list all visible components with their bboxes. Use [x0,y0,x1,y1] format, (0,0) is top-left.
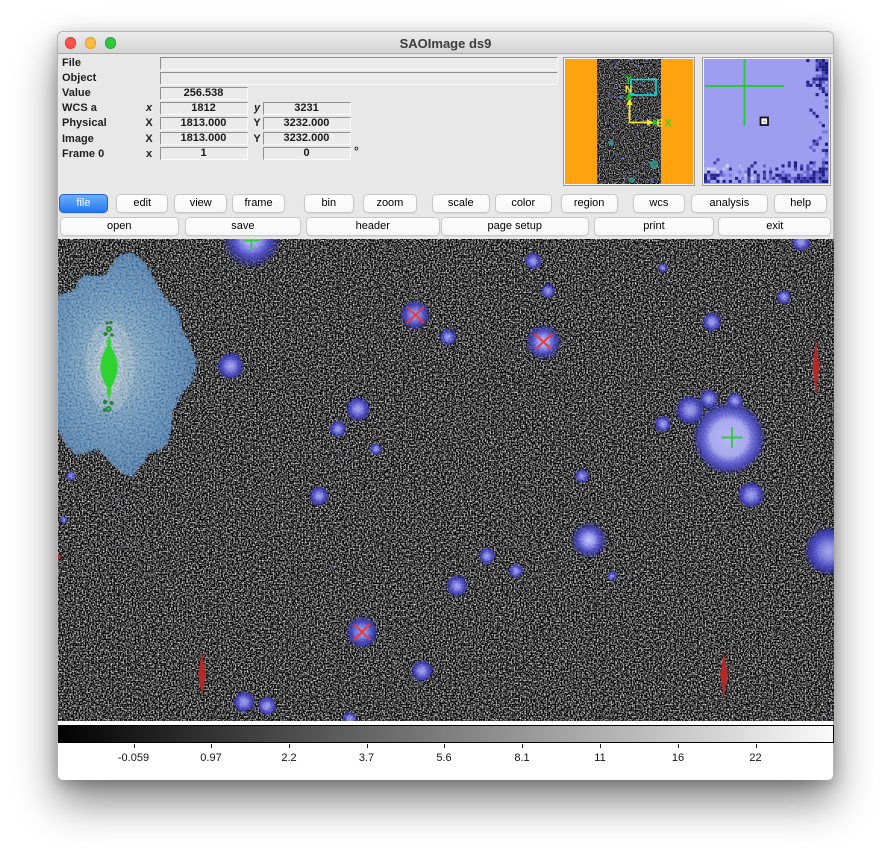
svg-text:N: N [625,85,632,96]
svg-text:X: X [665,118,672,129]
svg-text:E: E [657,118,664,129]
